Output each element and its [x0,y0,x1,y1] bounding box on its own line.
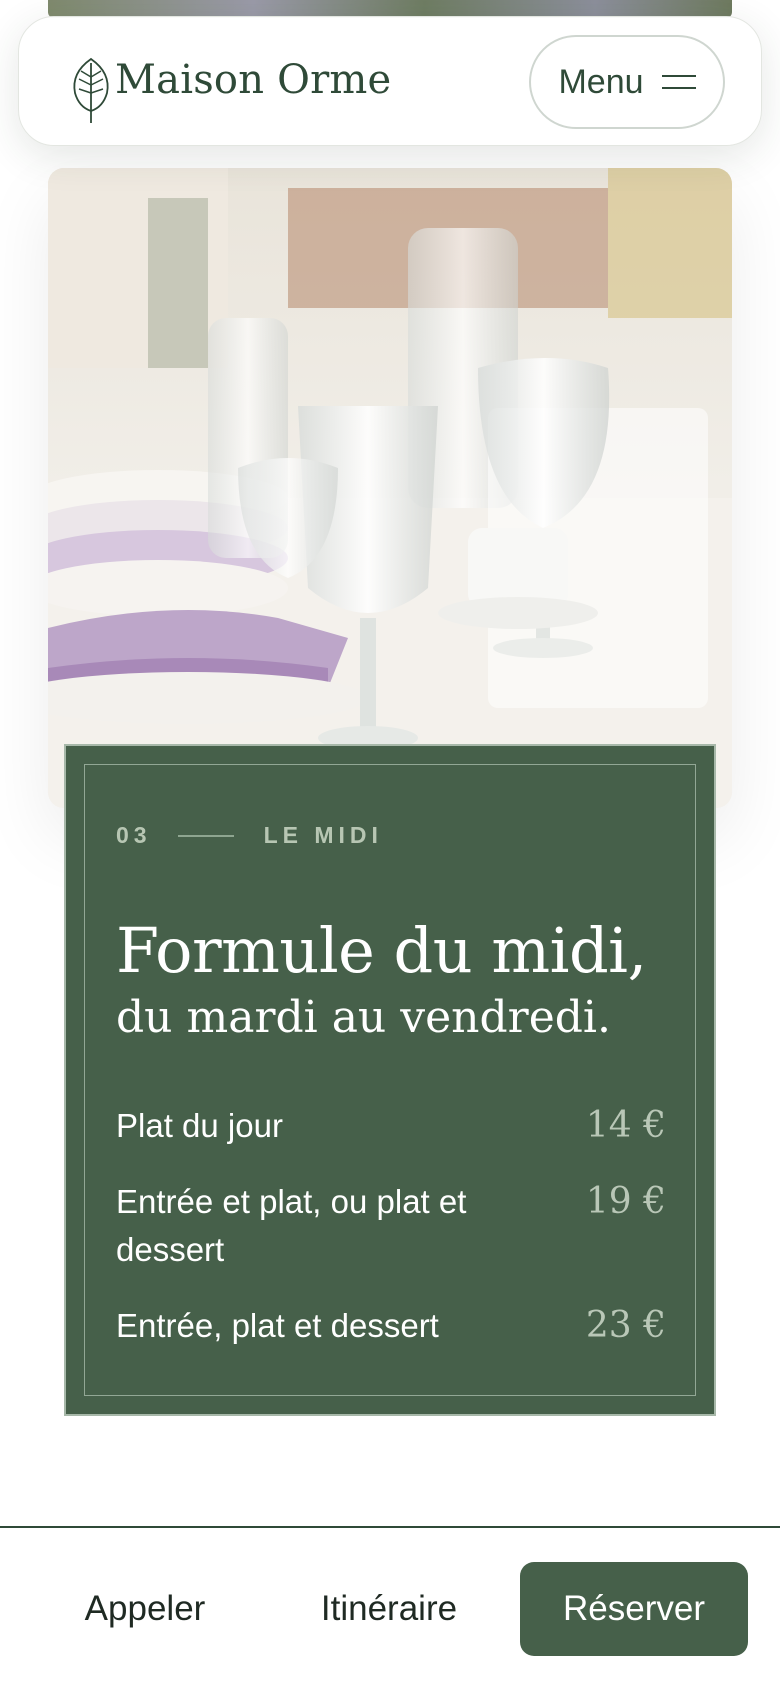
list-item: Plat du jour 14 € [116,1102,666,1150]
item-name: Entrée, plat et dessert [116,1307,439,1344]
lunch-subtitle: du mardi au vendredi. [116,992,611,1043]
list-item: Entrée, plat et dessert 23 € [116,1302,666,1350]
item-name: Entrée et plat, ou plat et dessert [116,1183,467,1268]
lunch-menu-list: Plat du jour 14 € Entrée et plat, ou pla… [116,1102,666,1378]
menu-button-label: Menu [558,62,644,101]
lunch-card: 03 LE MIDI Formule du midi, du mardi au … [64,744,716,1416]
menu-button[interactable]: Menu [529,35,725,129]
hamburger-icon [661,71,696,93]
item-price: 19 € [585,1181,666,1222]
section-label: LE MIDI [263,822,383,848]
bottom-action-bar: Appeler Itinéraire Réserver [0,1526,780,1688]
eyebrow-divider [177,834,234,837]
section-number: 03 [116,822,152,848]
hero-photo [48,168,732,808]
directions-button[interactable]: Itinéraire [284,1562,494,1656]
section-eyebrow: 03 LE MIDI [116,822,383,849]
lunch-title: Formule du midi, [116,914,647,987]
item-price: 14 € [585,1105,666,1146]
item-name: Plat du jour [116,1107,283,1144]
item-price: 23 € [585,1305,666,1346]
book-button[interactable]: Réserver [520,1562,748,1656]
site-header: Maison Orme Menu [18,16,762,146]
brand-name[interactable]: Maison Orme [115,57,391,103]
list-item: Entrée et plat, ou plat et dessert 19 € [116,1178,666,1274]
call-button[interactable]: Appeler [40,1562,250,1656]
